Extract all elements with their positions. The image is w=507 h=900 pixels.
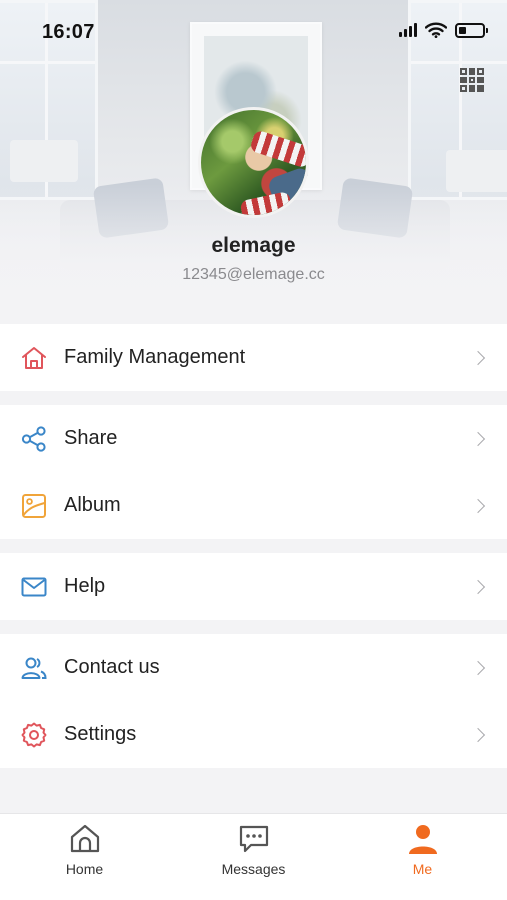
status-time: 16:07 [42, 21, 95, 43]
menu-item-help[interactable]: Help [0, 553, 507, 620]
bottom-tab-bar: Home Messages Me [0, 813, 507, 900]
contacts-icon [21, 657, 47, 679]
home-icon [70, 824, 99, 853]
person-icon [408, 825, 437, 854]
menu-item-label: Share [64, 427, 118, 449]
avatar[interactable] [198, 107, 309, 218]
home-icon [22, 347, 46, 369]
profile-email: 12345@elemage.cc [182, 266, 325, 283]
album-icon [22, 494, 46, 518]
chevron-right-icon [470, 431, 486, 446]
menu-group-media: Share Album [0, 405, 507, 539]
tab-me[interactable]: Me [338, 814, 507, 900]
chevron-right-icon [470, 660, 486, 675]
qr-code-icon[interactable] [460, 68, 484, 92]
mail-icon [21, 577, 47, 597]
chevron-right-icon [470, 579, 486, 594]
menu-item-label: Help [64, 575, 106, 597]
menu-group-help: Help [0, 553, 507, 620]
gear-icon [21, 722, 47, 748]
menu-item-contact-us[interactable]: Contact us [0, 634, 507, 701]
status-bar: 16:07 [0, 0, 507, 64]
menu-item-share[interactable]: Share [0, 405, 507, 472]
battery-icon [455, 22, 488, 38]
menu-item-settings[interactable]: Settings [0, 701, 507, 768]
status-icons [399, 22, 488, 38]
wifi-icon [425, 22, 447, 38]
menu-item-family-management[interactable]: Family Management [0, 324, 507, 391]
chevron-right-icon [470, 498, 486, 513]
tab-home[interactable]: Home [0, 814, 169, 900]
menu-item-label: Settings [64, 723, 137, 745]
tab-label: Home [65, 861, 104, 877]
menu-item-label: Contact us [64, 656, 160, 678]
profile-username: elemage [211, 234, 296, 257]
menu-group-family: Family Management [0, 324, 507, 391]
tab-label: Messages [221, 861, 286, 877]
menu-item-label: Family Management [64, 346, 246, 368]
tab-messages[interactable]: Messages [169, 814, 338, 900]
chevron-right-icon [470, 727, 486, 742]
menu-group-support: Contact us Settings [0, 634, 507, 768]
menu-item-album[interactable]: Album [0, 472, 507, 539]
cellular-signal-icon [399, 23, 417, 37]
chat-bubble-icon [239, 825, 268, 853]
menu-item-label: Album [64, 494, 121, 516]
chevron-right-icon [470, 350, 486, 365]
lamp-decor [10, 140, 78, 182]
share-icon [21, 426, 46, 452]
tab-label: Me [412, 861, 433, 877]
